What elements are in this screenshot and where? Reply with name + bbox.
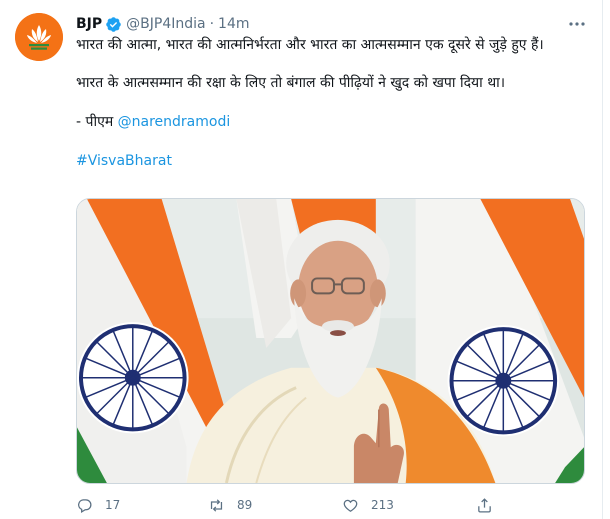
tweet-attribution: - पीएम @narendramodi (76, 113, 586, 132)
retweet-count: 89 (237, 498, 253, 512)
tweet-actions: 17 89 213 (76, 494, 596, 516)
tweet-text: भारत की आत्मा, भारत की आत्मनिर्भरता और भ… (76, 36, 586, 171)
share-button[interactable] (476, 494, 493, 516)
retweet-button[interactable]: 89 (208, 494, 252, 516)
tweet-paragraph-2: भारत के आत्मसम्मान की रक्षा के लिए तो बं… (76, 75, 506, 91)
mention-link[interactable]: @narendramodi (118, 114, 231, 130)
like-count: 213 (371, 498, 394, 512)
header-separator: · (209, 16, 215, 32)
verified-badge-icon (105, 16, 122, 33)
speaker-photo (77, 199, 584, 483)
retweet-icon (210, 498, 223, 512)
tweet-header: BJP @BJP4India · 14m (76, 14, 250, 34)
bjp-lotus-logo-icon (15, 13, 63, 61)
like-icon (343, 499, 358, 512)
tweet-paragraph-1: भारत की आत्मा, भारत की आत्मनिर्भरता और भ… (76, 37, 544, 53)
reply-button[interactable]: 17 (76, 494, 120, 516)
author-handle[interactable]: @BJP4India (126, 16, 205, 32)
reply-icon (78, 498, 92, 513)
tweet-hashtag-line: #VisvaBharat (76, 152, 586, 171)
author-name[interactable]: BJP (76, 16, 102, 32)
attribution-prefix: - पीएम (76, 114, 118, 130)
timestamp[interactable]: 14m (218, 16, 249, 32)
tweet-media-image[interactable] (76, 198, 585, 484)
reply-count: 17 (105, 498, 121, 512)
more-options-icon[interactable] (567, 15, 587, 33)
like-button[interactable]: 213 (342, 494, 394, 516)
avatar[interactable] (15, 13, 63, 61)
hashtag-link[interactable]: #VisvaBharat (76, 153, 172, 169)
tweet[interactable]: BJP @BJP4India · 14m भारत की आत्मा, भारत… (0, 0, 603, 519)
share-icon (478, 497, 491, 513)
